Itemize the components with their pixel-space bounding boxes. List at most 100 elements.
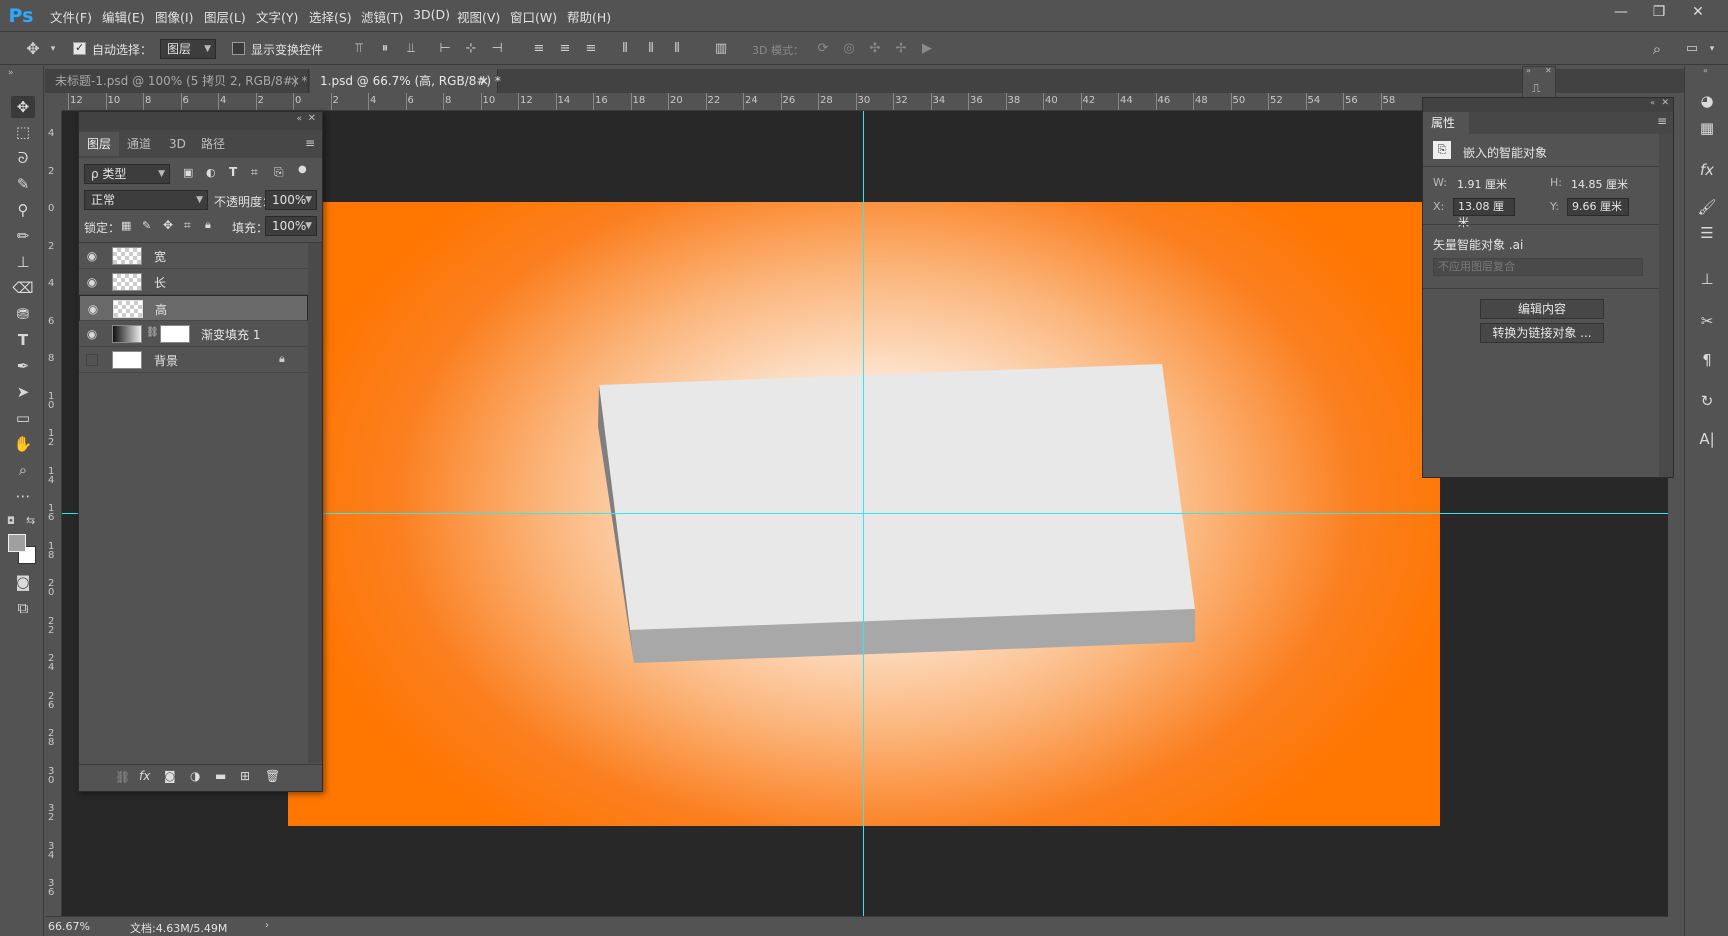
layer-row-background[interactable]: 背景 🔒︎ xyxy=(79,347,308,373)
filter-smart-object-icon[interactable]: ⎘ xyxy=(274,165,284,180)
convert-to-linked-button[interactable]: 转换为链接对象 ... xyxy=(1480,323,1604,343)
type-tool-icon[interactable]: T xyxy=(11,329,35,351)
zoom-tool-icon[interactable]: ⌕ xyxy=(11,459,35,481)
tab-untitled[interactable]: 未标题-1.psd @ 100% (5 拷贝 2, RGB/8#) * × xyxy=(45,69,309,93)
tab-properties[interactable]: 属性 xyxy=(1423,112,1469,134)
menu-file[interactable]: 文件(F) xyxy=(50,7,92,26)
3d-orbit-icon[interactable]: ⟳ xyxy=(814,40,832,58)
minimize-button[interactable]: — xyxy=(1603,2,1639,22)
character-icon[interactable]: A| xyxy=(1695,427,1719,451)
close-icon[interactable]: ✕ xyxy=(1545,66,1552,75)
distribute-bottom-icon[interactable]: ≡ xyxy=(582,40,600,58)
palette-icon[interactable]: ◕ xyxy=(1695,89,1719,113)
menu-help[interactable]: 帮助(H) xyxy=(567,7,611,26)
swatches-icon[interactable]: ▦ xyxy=(1695,116,1719,140)
paint-bucket-tool-icon[interactable]: ⛃ xyxy=(11,303,35,325)
3d-scale-icon[interactable]: ▶ xyxy=(918,40,936,58)
fx-icon[interactable]: fx xyxy=(139,769,150,783)
eye-icon[interactable]: ◉ xyxy=(84,326,100,342)
eye-icon[interactable]: ◉ xyxy=(85,301,101,317)
move-tool-icon[interactable]: ✥ xyxy=(11,96,35,118)
filter-type-icon[interactable]: T xyxy=(229,165,237,179)
tab-layers[interactable]: 图层 xyxy=(79,132,120,156)
restore-button[interactable]: ❐ xyxy=(1641,2,1677,22)
3d-pan-icon[interactable]: ✣ xyxy=(866,40,884,58)
tab-paths[interactable]: 路径 xyxy=(193,132,233,156)
menu-filter[interactable]: 滤镜(T) xyxy=(361,7,403,26)
distribute-hcenter-icon[interactable]: ⦀ xyxy=(642,40,660,58)
link-layers-icon[interactable]: ⛓ xyxy=(115,770,130,784)
auto-select-checkbox[interactable] xyxy=(73,41,86,55)
x-input[interactable]: 13.08 厘米 xyxy=(1453,198,1515,229)
menu-edit[interactable]: 编辑(E) xyxy=(102,7,145,26)
tab-1-psd[interactable]: 1.psd @ 66.7% (高, RGB/8#) * × xyxy=(310,69,501,93)
expand-icon[interactable]: « xyxy=(1703,66,1708,75)
tab-channels[interactable]: 通道 xyxy=(119,132,159,156)
layer-comp-select[interactable]: 不应用图层复合 xyxy=(1433,258,1643,276)
rectangle-tool-icon[interactable]: ▭ xyxy=(11,407,35,429)
close-icon[interactable]: × xyxy=(290,69,300,93)
chevron-right-icon[interactable]: › xyxy=(265,920,269,931)
move-tool-icon[interactable]: ✥ xyxy=(24,40,42,58)
eraser-tool-icon[interactable]: ⌫ xyxy=(11,277,35,299)
close-icon[interactable]: ✕ xyxy=(308,113,316,124)
edit-contents-button[interactable]: 编辑内容 xyxy=(1480,299,1604,319)
menu-image[interactable]: 图像(I) xyxy=(155,7,193,26)
menu-layer[interactable]: 图层(L) xyxy=(204,7,246,26)
panel-menu-icon[interactable]: ≡ xyxy=(305,136,315,150)
new-layer-icon[interactable]: ⊞ xyxy=(240,769,250,783)
fill-input[interactable]: 100% ▼ xyxy=(265,216,317,236)
menu-view[interactable]: 视图(V) xyxy=(457,7,500,26)
opacity-input[interactable]: 100% ▼ xyxy=(265,190,317,210)
lock-position-icon[interactable]: ✥ xyxy=(163,218,173,232)
filter-pixel-icon[interactable]: ▣ xyxy=(183,166,193,179)
history-icon[interactable]: ⎍ xyxy=(1532,81,1540,96)
filter-shape-icon[interactable]: ⌗ xyxy=(251,165,258,180)
swap-colors-icon[interactable]: ⇆ xyxy=(26,514,35,527)
align-right-icon[interactable]: ⊣ xyxy=(488,40,506,58)
layer-row-gradient-fill[interactable]: ◉ ⛓ 渐变填充 1 xyxy=(79,321,308,347)
stamp-tool-icon[interactable]: ⊥ xyxy=(11,251,35,273)
layer-filter-select[interactable]: ρ 类型 ▼ xyxy=(84,164,170,184)
link-icon[interactable]: ⛓ xyxy=(146,327,159,338)
auto-select-target-select[interactable]: 图层 ▼ xyxy=(160,39,216,59)
eye-icon[interactable]: ◉ xyxy=(84,248,100,264)
hand-tool-icon[interactable]: ✋ xyxy=(11,433,35,455)
layers-scrollbar[interactable] xyxy=(308,243,322,763)
stamp-icon[interactable]: ⊥ xyxy=(1695,267,1719,291)
align-left-icon[interactable]: ⊢ xyxy=(436,40,454,58)
distribute-left-icon[interactable]: ⦀ xyxy=(616,40,634,58)
trash-icon[interactable]: 🗑︎ xyxy=(265,769,280,783)
align-bottom-icon[interactable]: ⫫ xyxy=(402,40,420,58)
distribute-vcenter-icon[interactable]: ≡ xyxy=(556,40,574,58)
paragraph-icon[interactable]: ¶ xyxy=(1695,348,1719,372)
lock-artboard-icon[interactable]: ⌗ xyxy=(184,218,191,233)
adjustment-layer-icon[interactable]: ◑ xyxy=(190,769,200,783)
visibility-toggle[interactable] xyxy=(86,354,98,366)
properties-header[interactable]: « ✕ xyxy=(1423,98,1673,112)
filter-adjustment-icon[interactable]: ◐ xyxy=(206,166,216,179)
panel-menu-icon[interactable]: ≡ xyxy=(1657,114,1667,128)
more-tools-icon[interactable]: ⋯ xyxy=(11,485,35,507)
lock-pixels-icon[interactable]: ✎ xyxy=(142,219,151,232)
eye-icon[interactable]: ◉ xyxy=(84,274,100,290)
brush-presets-icon[interactable]: 🖌︎ xyxy=(1695,195,1719,219)
layer-row-gao[interactable]: ◉ 高 xyxy=(79,295,308,321)
lock-all-icon[interactable]: 🔒︎ xyxy=(205,218,211,232)
styles-icon[interactable]: fx xyxy=(1695,158,1719,182)
default-colors-icon[interactable]: ◘ xyxy=(7,516,15,527)
path-select-tool-icon[interactable]: ➤ xyxy=(11,381,35,403)
blend-mode-select[interactable]: 正常 ▼ xyxy=(84,190,208,210)
align-top-icon[interactable]: ⫪ xyxy=(350,40,368,58)
adjustments-icon[interactable]: ☰ xyxy=(1695,221,1719,245)
workspace-chevron-icon[interactable]: ▾ xyxy=(1703,40,1721,58)
workspace-icon[interactable]: ▭ xyxy=(1683,40,1701,58)
marquee-tool-icon[interactable]: ⬚ xyxy=(11,121,35,143)
lasso-tool-icon[interactable]: ᘐ xyxy=(11,147,35,169)
layer-row-kuan[interactable]: ◉ 宽 xyxy=(79,243,308,269)
distribute-top-icon[interactable]: ≡ xyxy=(530,40,548,58)
tool-preset-dropdown-icon[interactable]: ▾ xyxy=(44,40,62,58)
show-transform-checkbox[interactable] xyxy=(232,42,245,55)
y-input[interactable]: 9.66 厘米 xyxy=(1567,198,1629,216)
lock-transparent-icon[interactable]: ▦ xyxy=(121,219,131,232)
